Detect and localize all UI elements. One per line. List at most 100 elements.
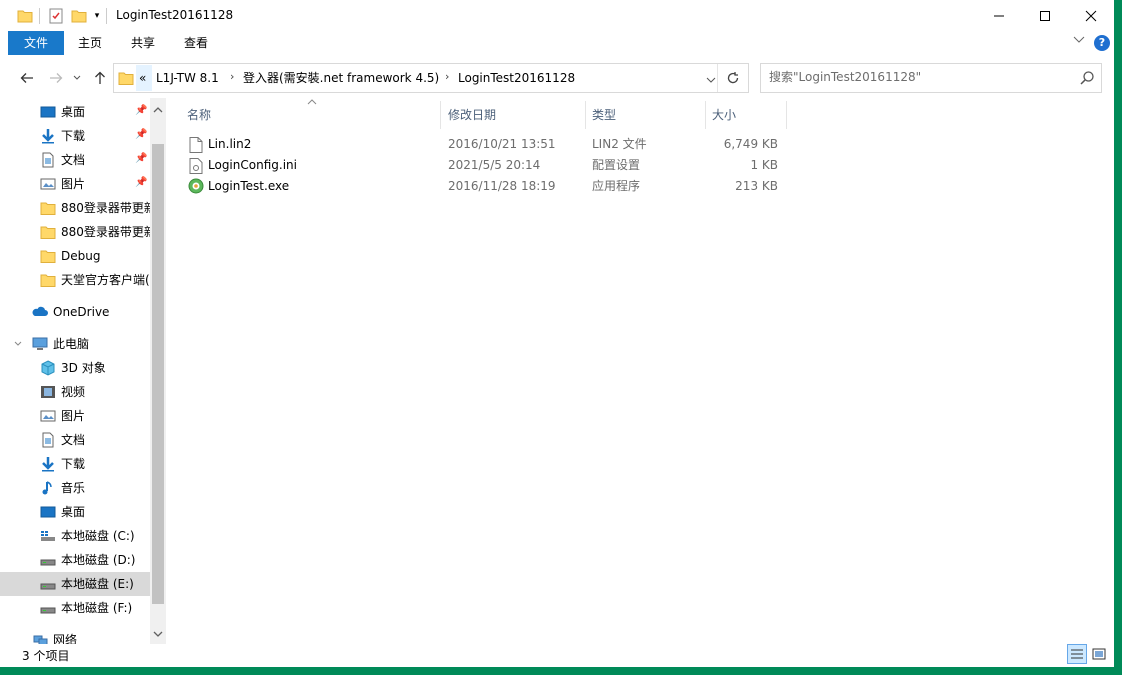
minimize-button[interactable] [976,0,1022,31]
sidebar-item-pictures[interactable]: 图片 📌 [0,172,150,196]
window-title: LoginTest20161128 [116,8,234,22]
sidebar-item-debug[interactable]: Debug [0,244,150,268]
back-button[interactable] [17,68,37,88]
sidebar-item-label: 下载 [61,457,86,471]
pin-icon[interactable]: 📌 [135,129,147,141]
search-input[interactable] [769,70,1069,84]
chevron-right-icon[interactable]: › [230,70,234,83]
pin-icon[interactable]: 📌 [135,177,147,189]
recent-locations-button[interactable] [70,68,84,88]
sidebar-item-pictures[interactable]: 图片 [0,404,150,428]
sidebar-item-label: 桌面 [61,105,86,119]
config-file-icon [189,158,203,174]
desktop-icon [40,106,56,118]
sidebar-item-folder[interactable]: 天堂官方客户端( [0,268,150,292]
address-bar[interactable]: « L1J-TW 8.1 › 登入器(需安裝.net framework 4.5… [113,63,749,93]
drive-c-icon [41,531,55,541]
breadcrumb-l1j[interactable]: L1J-TW 8.1 [156,70,219,87]
status-bar: 3 个项目 [0,644,1114,667]
folder-icon [16,7,34,25]
tab-view[interactable]: 查看 [172,31,220,55]
sidebar-item-videos[interactable]: 视频 [0,380,150,404]
close-button[interactable] [1068,0,1114,31]
sidebar-item-label: 网络 [53,633,78,644]
large-icons-view-button[interactable] [1089,644,1109,664]
column-header-name[interactable]: 名称 [182,101,441,129]
sidebar-item-label: 音乐 [61,481,86,495]
maximize-icon [1040,10,1050,21]
sidebar-item-downloads[interactable]: 下载 📌 [0,124,150,148]
address-dropdown-icon[interactable] [706,73,716,87]
sidebar-item-3d-objects[interactable]: 3D 对象 [0,356,150,380]
sidebar-item-drive-f[interactable]: 本地磁盘 (F:) [0,596,150,620]
sidebar-item-network[interactable]: 网络 [0,628,150,644]
expand-ribbon-icon[interactable] [1073,36,1085,47]
sidebar-item-label: 本地磁盘 (C:) [61,529,135,543]
table-row[interactable]: LoginConfig.ini 2021/5/5 20:14 配置设置 1 KB [186,155,786,176]
file-size: 213 KB [735,179,778,193]
sidebar-item-drive-c[interactable]: 本地磁盘 (C:) [0,524,150,548]
column-header-size[interactable]: 大小 [707,101,787,129]
music-icon [42,481,52,495]
sidebar-scrollbar[interactable] [150,98,166,644]
breadcrumb-launcher[interactable]: 登入器(需安裝.net framework 4.5) [243,70,439,87]
chevron-right-icon[interactable]: › [445,70,449,83]
refresh-button[interactable] [717,64,748,92]
tab-home[interactable]: 主页 [66,31,114,55]
help-icon[interactable]: ? [1094,35,1110,51]
exe-icon [188,178,204,194]
breadcrumb-current[interactable]: LoginTest20161128 [458,70,575,87]
scroll-up-icon[interactable] [153,106,163,114]
table-row[interactable]: Lin.lin2 2016/10/21 13:51 LIN2 文件 6,749 … [186,134,786,155]
pin-icon[interactable]: 📌 [135,153,147,165]
tab-file[interactable]: 文件 [8,31,64,55]
tab-share[interactable]: 共享 [118,31,168,55]
chevron-down-icon[interactable] [14,336,22,352]
sidebar-item-folder[interactable]: 880登录器带更新 [0,196,150,220]
computer-icon [32,337,48,350]
sidebar-item-documents[interactable]: 文档 [0,428,150,452]
file-size: 1 KB [750,158,778,172]
sidebar-item-desktop[interactable]: 桌面 [0,500,150,524]
file-type: LIN2 文件 [592,137,647,151]
new-folder-icon[interactable] [70,7,88,25]
file-icon [189,137,203,153]
sidebar-item-documents[interactable]: 文档 📌 [0,148,150,172]
sidebar-item-label: 视频 [61,385,86,399]
breadcrumb-overflow[interactable]: « [139,70,146,87]
ribbon: 文件 主页 共享 查看 ? [0,31,1114,56]
sidebar-item-this-pc[interactable]: 此电脑 [0,332,150,356]
up-button[interactable] [90,68,110,88]
folder-icon [40,274,56,287]
pin-icon[interactable]: 📌 [135,105,147,117]
scrollbar-thumb[interactable] [152,144,164,604]
large-icons-view-icon [1092,648,1106,660]
sidebar-item-label: 天堂官方客户端( [61,273,150,287]
3d-objects-icon [41,360,55,376]
search-icon[interactable] [1079,70,1095,86]
forward-button[interactable] [46,68,66,88]
document-icon [42,432,54,448]
sidebar-item-onedrive[interactable]: OneDrive [0,300,150,324]
sidebar-item-drive-d[interactable]: 本地磁盘 (D:) [0,548,150,572]
table-row[interactable]: LoginTest.exe 2016/11/28 18:19 应用程序 213 … [186,176,786,197]
file-name: Lin.lin2 [208,137,252,151]
drive-icon [40,607,56,614]
sidebar-item-downloads[interactable]: 下载 [0,452,150,476]
sidebar-item-music[interactable]: 音乐 [0,476,150,500]
customize-toolbar-icon[interactable]: ▾ [90,7,104,25]
explorer-window: ▾ LoginTest20161128 文件 主页 共享 查看 ? « L1J-… [0,0,1114,667]
search-box [760,63,1102,93]
sidebar-item-folder[interactable]: 880登录器带更新 [0,220,150,244]
column-header-type[interactable]: 类型 [587,101,706,129]
properties-icon[interactable] [47,7,65,25]
sidebar-item-label: OneDrive [53,305,110,319]
sidebar-item-desktop[interactable]: 桌面 📌 [0,100,150,124]
column-header-modified[interactable]: 修改日期 [443,101,586,129]
sidebar-item-label: 本地磁盘 (D:) [61,553,136,567]
scroll-down-icon[interactable] [153,630,163,638]
details-view-button[interactable] [1067,644,1087,664]
maximize-button[interactable] [1022,0,1068,31]
drive-icon [40,559,56,566]
sidebar-item-drive-e[interactable]: 本地磁盘 (E:) [0,572,150,596]
